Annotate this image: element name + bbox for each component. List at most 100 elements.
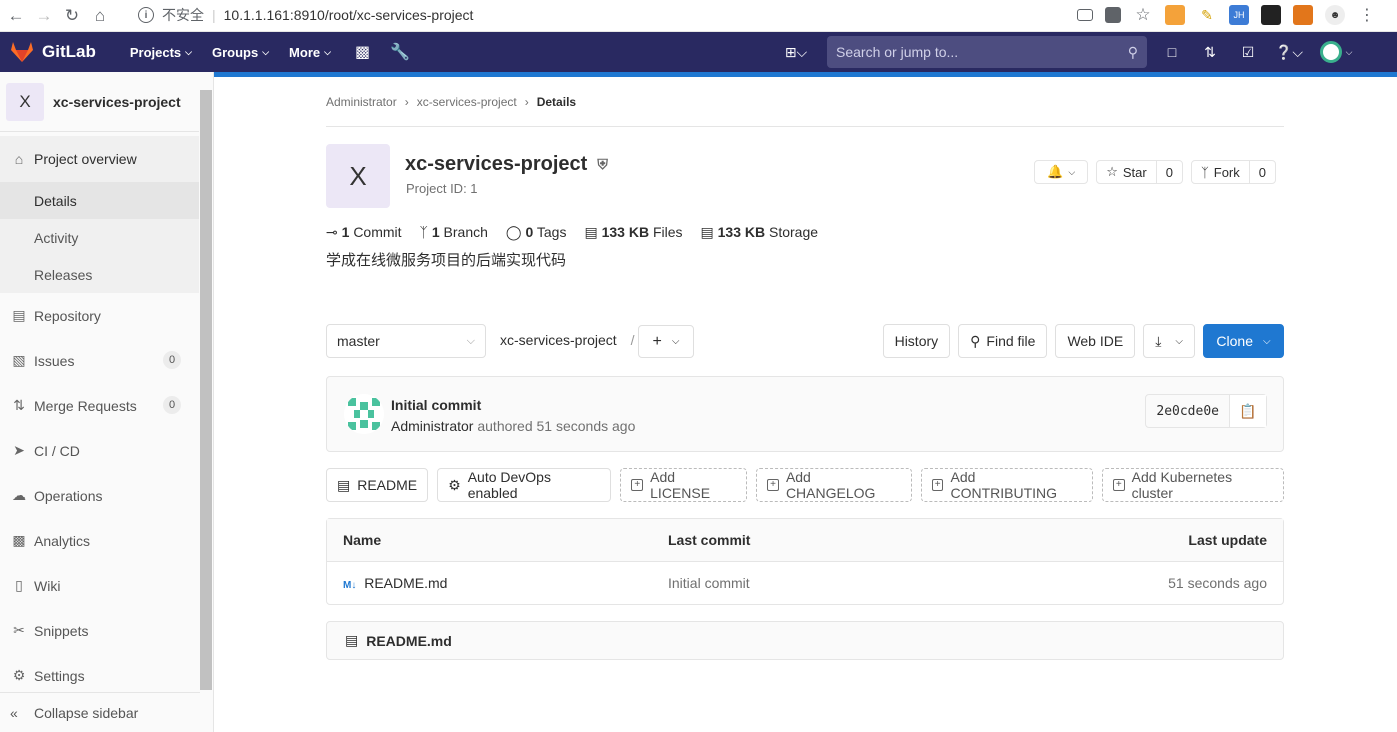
search-box[interactable]: Search or jump to... ⚲: [827, 36, 1147, 68]
sidebar-item-merge-requests[interactable]: ⇅ Merge Requests 0: [0, 383, 199, 428]
info-icon[interactable]: i: [138, 7, 154, 23]
web-ide-button[interactable]: Web IDE: [1055, 324, 1136, 358]
url-text[interactable]: 10.1.1.161:8910/root/xc-services-project: [224, 7, 474, 23]
extension-brush-icon[interactable]: ✎: [1197, 5, 1217, 25]
home-icon[interactable]: ⌂: [86, 2, 114, 30]
stat-commits[interactable]: ⊸ 1 Commit: [326, 224, 402, 241]
commit-author-link[interactable]: Administrator: [391, 418, 473, 434]
file-commit-cell[interactable]: Initial commit: [668, 575, 750, 591]
nav-projects[interactable]: Projects ⌵: [120, 42, 202, 62]
sidebar-item-ci-cd[interactable]: ➤ CI / CD: [0, 428, 199, 473]
markdown-icon: M↓: [343, 580, 357, 591]
sidebar-item-snippets[interactable]: ✂ Snippets: [0, 608, 199, 653]
clone-button[interactable]: Clone ⌵: [1203, 324, 1284, 358]
repo-path: xc-services-project /: [500, 332, 635, 348]
auto-devops-button[interactable]: ⚙ Auto DevOps enabled: [437, 468, 612, 502]
extension-dark-icon[interactable]: [1261, 5, 1281, 25]
new-plus-icon[interactable]: ⊞⌵: [779, 44, 813, 61]
add-kubernetes-button[interactable]: + Add Kubernetes cluster: [1101, 468, 1284, 502]
menu-dots-icon[interactable]: ⋮: [1357, 5, 1377, 25]
address-separator: |: [212, 7, 216, 23]
book-icon: ▯: [15, 577, 23, 593]
table-row[interactable]: M↓ README.md Initial commit 51 seconds a…: [327, 562, 1283, 604]
add-contributing-button[interactable]: + Add CONTRIBUTING: [920, 468, 1093, 502]
sidebar-sub-activity[interactable]: Activity: [0, 219, 199, 256]
readme-button[interactable]: ▤ README: [326, 468, 429, 502]
stat-tags[interactable]: ◯ 0 Tags: [506, 224, 567, 241]
plus-square-icon: +: [1112, 479, 1125, 491]
project-avatar-large: X: [326, 144, 390, 208]
stat-storage[interactable]: ▤ 133 KB Storage: [701, 224, 819, 241]
commit-author-avatar[interactable]: [344, 394, 384, 434]
profile-icon[interactable]: ☻: [1325, 5, 1345, 25]
forward-icon[interactable]: →: [30, 2, 58, 30]
chevron-down-icon: ⌵: [185, 46, 192, 57]
translate-icon[interactable]: [1105, 7, 1121, 23]
help-icon[interactable]: ❔⌵: [1267, 44, 1311, 61]
sidebar-item-analytics[interactable]: ▩ Analytics: [0, 518, 199, 563]
add-changelog-button[interactable]: + Add CHANGELOG: [756, 468, 912, 502]
stat-branches[interactable]: ᛉ 1 Branch: [420, 224, 488, 240]
star-count[interactable]: 0: [1155, 161, 1182, 183]
sidebar-item-project-overview[interactable]: ⌂ Project overview: [0, 136, 199, 182]
insecure-label: 不安全: [162, 7, 204, 23]
breadcrumb-project[interactable]: xc-services-project: [417, 95, 517, 109]
readme-filename[interactable]: README.md: [366, 633, 452, 649]
download-dropdown[interactable]: ⤓ ⌵: [1143, 324, 1195, 358]
breadcrumb-current[interactable]: Details: [537, 95, 576, 109]
sidebar-item-repository[interactable]: ▤ Repository: [0, 293, 199, 338]
find-file-button[interactable]: ⚲ Find file: [958, 324, 1048, 358]
activity-chart-icon[interactable]: ▩: [341, 42, 380, 62]
cast-icon[interactable]: [1077, 9, 1093, 21]
browser-toolbar: ← → ↻ ⌂ i 不安全 | 10.1.1.161:8910/root/xc-…: [0, 0, 1397, 32]
file-tree-table: Name Last commit Last update M↓ README.m…: [326, 518, 1284, 605]
merge-requests-header-icon[interactable]: ⇅: [1191, 44, 1229, 61]
gitlab-logo[interactable]: GitLab: [10, 41, 96, 63]
stat-files[interactable]: ▤ 133 KB Files: [584, 224, 682, 241]
back-icon[interactable]: ←: [2, 2, 30, 30]
nav-groups[interactable]: Groups ⌵: [202, 42, 279, 62]
star-button[interactable]: ☆ Star 0: [1096, 160, 1183, 184]
reload-icon[interactable]: ↻: [58, 2, 86, 30]
extension-metamask-icon[interactable]: [1293, 5, 1313, 25]
sidebar-item-wiki[interactable]: ▯ Wiki: [0, 563, 199, 608]
gitlab-header: GitLab Projects ⌵ Groups ⌵ More ⌵ ▩ 🔧 ⊞⌵ Se…: [0, 32, 1397, 72]
copy-clipboard-icon[interactable]: 📋: [1230, 395, 1266, 427]
user-avatar-menu[interactable]: ⌵: [1311, 41, 1361, 63]
extension-fox-icon[interactable]: [1165, 5, 1185, 25]
fork-count[interactable]: 0: [1248, 161, 1275, 183]
breadcrumb-admin[interactable]: Administrator: [326, 95, 397, 109]
address-bar[interactable]: i 不安全 | 10.1.1.161:8910/root/xc-services…: [138, 2, 473, 28]
file-icon: ▤: [345, 632, 359, 648]
extension-jh-icon[interactable]: JH: [1229, 5, 1249, 25]
search-input[interactable]: Search or jump to...: [836, 44, 958, 60]
add-file-dropdown[interactable]: + ⌵: [638, 325, 694, 358]
sidebar-sub-releases[interactable]: Releases: [0, 256, 199, 293]
commit-title[interactable]: Initial commit: [391, 397, 481, 413]
issues-header-icon[interactable]: □: [1153, 44, 1191, 60]
history-button[interactable]: History: [882, 324, 951, 358]
commit-meta: Administrator authored 51 seconds ago: [391, 418, 636, 434]
sidebar-scrollbar[interactable]: [200, 90, 212, 690]
sidebar-project-header[interactable]: X xc-services-project: [0, 72, 199, 132]
add-license-button[interactable]: + Add LICENSE: [620, 468, 748, 502]
sidebar-sub-details[interactable]: Details: [0, 182, 199, 219]
breadcrumb: Administrator › xc-services-project › De…: [326, 77, 1284, 127]
header-name: Name: [343, 532, 382, 548]
star-bookmark-icon[interactable]: ☆: [1133, 5, 1153, 25]
fork-button[interactable]: ᛉ Fork 0: [1190, 160, 1276, 184]
collapse-sidebar-button[interactable]: « Collapse sidebar: [0, 692, 200, 732]
file-name-cell[interactable]: M↓ README.md: [343, 575, 447, 591]
todos-icon[interactable]: ☑: [1229, 44, 1267, 61]
project-avatar: X: [6, 82, 44, 121]
branch-selector[interactable]: master ⌵: [326, 324, 486, 358]
nav-more[interactable]: More ⌵: [279, 42, 341, 62]
repo-path-link[interactable]: xc-services-project: [500, 332, 617, 348]
doc-icon: ▤: [12, 307, 26, 323]
sidebar-item-operations[interactable]: ☁ Operations: [0, 473, 199, 518]
commit-sha[interactable]: 2e0cde0e: [1146, 395, 1230, 427]
chevron-down-icon: ⌵: [324, 46, 331, 57]
notification-dropdown[interactable]: 🔔 ⌵: [1034, 160, 1089, 184]
sidebar-item-issues[interactable]: ▧ Issues 0: [0, 338, 199, 383]
admin-wrench-icon[interactable]: 🔧: [380, 42, 420, 62]
